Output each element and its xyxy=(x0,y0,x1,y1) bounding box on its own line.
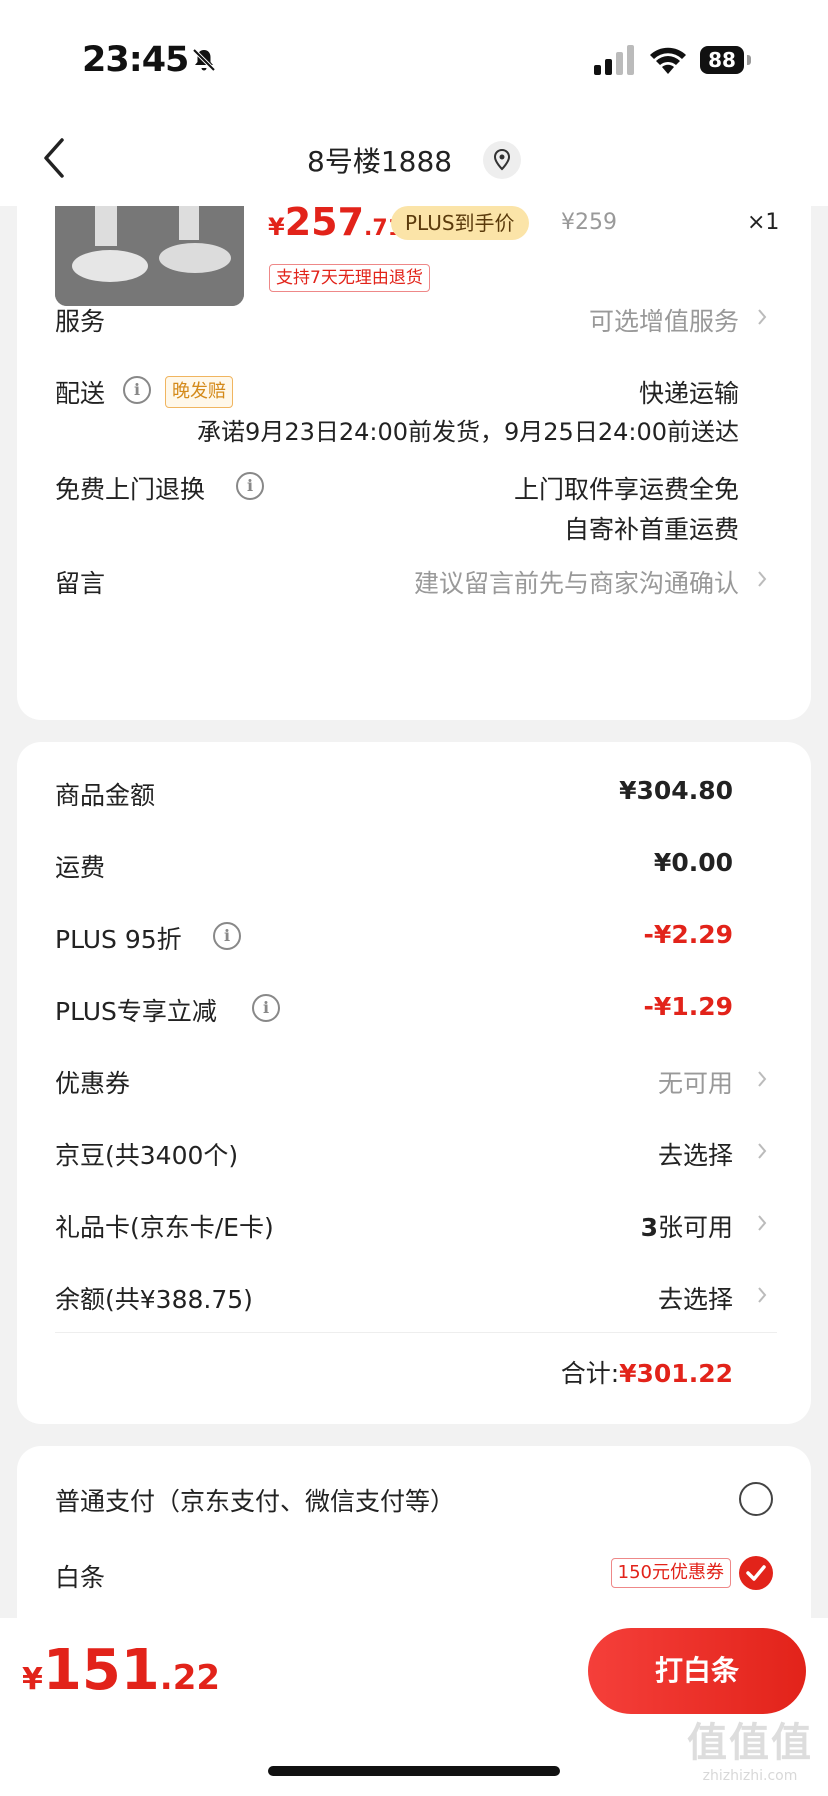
summary-row-value: ¥0.00 xyxy=(653,848,733,877)
note-label: 留言 xyxy=(55,569,106,598)
summary-row-label: PLUS 95折 xyxy=(55,925,182,954)
delivery-promise: 承诺9月23日24:00前发货，9月25日24:00前送达 xyxy=(197,418,739,446)
signal-icon xyxy=(594,45,634,75)
price-currency: ¥ xyxy=(268,213,285,241)
chevron-right-icon[interactable] xyxy=(757,570,767,588)
quantity: ×1 xyxy=(747,210,780,235)
info-icon[interactable]: i xyxy=(123,376,151,404)
summary-row-label: 运费 xyxy=(55,853,106,882)
product-price: ¥257.71 xyxy=(268,200,403,244)
free-return-line1: 上门取件享运费全免 xyxy=(513,475,739,504)
bell-muted-icon xyxy=(192,48,216,72)
watermark-logo: 值值值 xyxy=(687,1720,813,1766)
coupon-label: 优惠券 xyxy=(55,1069,131,1098)
payable-decimal: .22 xyxy=(159,1658,221,1698)
watermark: 值值值 zhizhizhi.com xyxy=(680,1710,820,1784)
return-policy-tag: 支持7天无理由退货 xyxy=(269,264,430,292)
service-value[interactable]: 可选增值服务 xyxy=(589,302,739,338)
battery-tip xyxy=(747,55,751,65)
plus-price-tag: PLUS到手价 xyxy=(391,206,529,240)
service-label: 服务 xyxy=(55,307,106,336)
order-details-card: ¥257.71 PLUS到手价 ¥259 ×1 支持7天无理由退货 服务 可选增… xyxy=(17,200,811,720)
note-input[interactable]: 建议留言前先与商家沟通确认 xyxy=(414,564,739,600)
chevron-right-icon[interactable] xyxy=(757,1070,767,1088)
gift-card-value[interactable]: 3张可用 xyxy=(641,1208,733,1244)
gift-card-count: 3 xyxy=(640,1213,658,1242)
payable-integer: 151 xyxy=(42,1638,160,1703)
home-indicator[interactable] xyxy=(268,1766,560,1776)
late-compensation-tag: 晚发赔 xyxy=(165,376,233,408)
summary-row-label: PLUS专享立减 xyxy=(55,997,217,1026)
normal-payment-label[interactable]: 普通支付（京东支付、微信支付等） xyxy=(55,1482,455,1518)
status-bar: 23:45 88 xyxy=(0,0,828,110)
address-text: 8号楼1888 xyxy=(307,145,453,178)
wifi-icon xyxy=(650,47,686,74)
info-icon[interactable]: i xyxy=(213,922,241,950)
nav-bar: 8号楼1888 xyxy=(0,110,828,206)
chevron-right-icon[interactable] xyxy=(757,1286,767,1304)
checkout-bar: ¥151.22 打白条 值值值 zhizhizhi.com xyxy=(0,1618,828,1796)
payable-amount: ¥151.22 xyxy=(22,1638,220,1703)
info-icon[interactable]: i xyxy=(236,472,264,500)
free-return-line2: 自寄补首重运费 xyxy=(563,515,739,544)
info-icon[interactable]: i xyxy=(252,994,280,1022)
normal-payment-radio[interactable] xyxy=(739,1482,773,1516)
balance-label: 余额(共¥388.75) xyxy=(55,1285,253,1314)
battery-icon: 88 xyxy=(700,46,752,76)
baitiao-coupon-tag[interactable]: 150元优惠券 xyxy=(610,1558,731,1588)
summary-row-label: 商品金额 xyxy=(55,781,156,810)
status-time: 23:45 xyxy=(82,40,189,80)
jd-beans-value[interactable]: 去选择 xyxy=(658,1136,733,1172)
address-title[interactable]: 8号楼1888 xyxy=(0,140,828,180)
delivery-method[interactable]: 快递运输 xyxy=(639,374,739,410)
battery-level: 88 xyxy=(700,46,744,74)
pay-with-baitiao-button[interactable]: 打白条 xyxy=(588,1628,806,1714)
free-return-label: 免费上门退换 xyxy=(55,475,206,504)
product-image[interactable] xyxy=(55,206,244,306)
gift-card-label: 礼品卡(京东卡/E卡) xyxy=(55,1213,274,1242)
chevron-right-icon[interactable] xyxy=(757,1142,767,1160)
baitiao-label[interactable]: 白条 xyxy=(55,1558,105,1594)
check-icon xyxy=(746,1565,766,1581)
original-price: ¥259 xyxy=(561,210,617,235)
price-summary-card: 商品金额 ¥304.80 运费 ¥0.00 PLUS 95折 i -¥2.29 … xyxy=(17,742,811,1424)
gift-card-text: 张可用 xyxy=(657,1213,733,1242)
summary-row-value: -¥2.29 xyxy=(643,920,733,949)
payable-currency: ¥ xyxy=(22,1662,43,1697)
summary-row-value: -¥1.29 xyxy=(643,992,733,1021)
price-integer: 257 xyxy=(284,200,365,244)
order-total: 合计:¥301.22 xyxy=(561,1354,733,1390)
jd-beans-label: 京豆(共3400个) xyxy=(55,1141,239,1170)
payment-method-card: 普通支付（京东支付、微信支付等） 白条 150元优惠券 xyxy=(17,1446,811,1646)
summary-row-value: ¥304.80 xyxy=(619,776,733,805)
total-value: ¥301.22 xyxy=(619,1359,733,1388)
chevron-right-icon[interactable] xyxy=(757,308,767,326)
watermark-url: zhizhizhi.com xyxy=(702,1768,798,1784)
location-pin-icon[interactable] xyxy=(482,141,521,179)
coupon-value[interactable]: 无可用 xyxy=(658,1064,733,1100)
balance-value[interactable]: 去选择 xyxy=(658,1280,733,1316)
delivery-label: 配送 xyxy=(55,379,106,408)
chevron-right-icon[interactable] xyxy=(757,1214,767,1232)
total-label: 合计: xyxy=(560,1359,620,1388)
baitiao-radio-checked[interactable] xyxy=(739,1556,773,1590)
divider xyxy=(55,1332,777,1333)
